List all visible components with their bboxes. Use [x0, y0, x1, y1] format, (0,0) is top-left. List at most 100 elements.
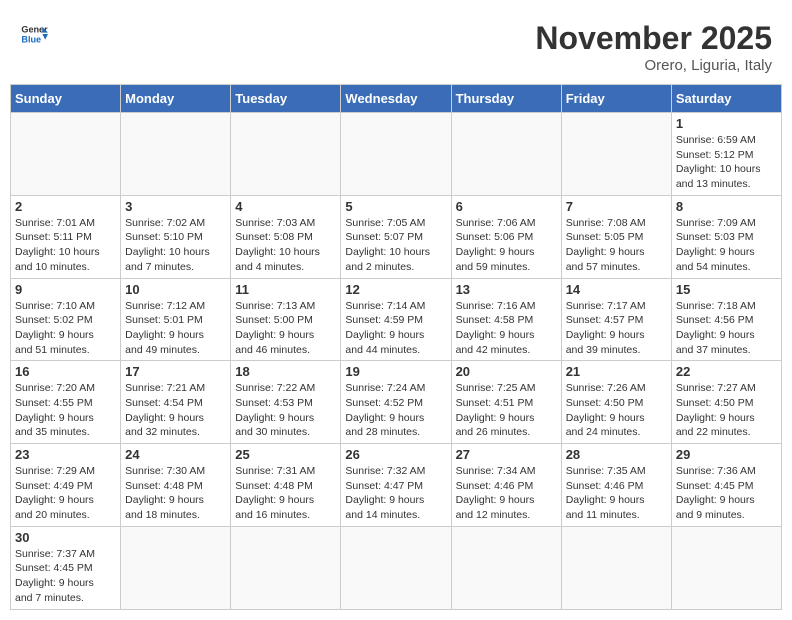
calendar-day-cell: 22 Sunrise: 7:27 AM Sunset: 4:50 PM Dayli…: [671, 361, 781, 444]
calendar-day-cell: 7Sunrise: 7:08 AM Sunset: 5:05 PM Daylig…: [561, 195, 671, 278]
calendar-day-cell: 25 Sunrise: 7:31 AM Sunset: 4:48 PM Dayli…: [231, 444, 341, 527]
calendar-day-cell: 5 Sunrise: 7:05 AM Sunset: 5:07 PM Daylig…: [341, 195, 451, 278]
calendar-day-cell: 1 Sunrise: 6:59 AM Sunset: 5:12 PM Daylig…: [671, 113, 781, 196]
calendar-week-row: 23 Sunrise: 7:29 AM Sunset: 4:49 PM Dayli…: [11, 444, 782, 527]
day-number: 3: [125, 199, 226, 214]
day-info: Sunrise: 7:30 AM Sunset: 4:48 PM Dayligh…: [125, 464, 226, 523]
day-number: 30: [15, 530, 116, 545]
day-info: Sunrise: 7:35 AM Sunset: 4:46 PM Dayligh…: [566, 464, 667, 523]
day-number: 21: [566, 364, 667, 379]
title-area: November 2025 Orero, Liguria, Italy: [535, 20, 772, 74]
calendar-week-row: 9 Sunrise: 7:10 AM Sunset: 5:02 PM Daylig…: [11, 278, 782, 361]
day-info: Sunrise: 7:29 AM Sunset: 4:49 PM Dayligh…: [15, 464, 116, 523]
calendar-day-cell: 19 Sunrise: 7:24 AM Sunset: 4:52 PM Dayli…: [341, 361, 451, 444]
calendar-day-cell: [231, 526, 341, 609]
weekday-header-cell: Friday: [561, 85, 671, 113]
calendar-day-cell: [561, 526, 671, 609]
header: General Blue November 2025 Orero, Liguri…: [10, 10, 782, 79]
day-number: 15: [676, 282, 777, 297]
day-info: Sunrise: 7:16 AM Sunset: 4:58 PM Dayligh…: [456, 299, 557, 358]
svg-text:Blue: Blue: [21, 34, 41, 44]
day-info: Sunrise: 7:05 AM Sunset: 5:07 PM Dayligh…: [345, 216, 446, 275]
calendar-day-cell: 12Sunrise: 7:14 AM Sunset: 4:59 PM Dayli…: [341, 278, 451, 361]
calendar-day-cell: 23 Sunrise: 7:29 AM Sunset: 4:49 PM Dayli…: [11, 444, 121, 527]
day-number: 8: [676, 199, 777, 214]
day-info: Sunrise: 7:26 AM Sunset: 4:50 PM Dayligh…: [566, 381, 667, 440]
day-number: 27: [456, 447, 557, 462]
calendar-day-cell: 30 Sunrise: 7:37 AM Sunset: 4:45 PM Dayli…: [11, 526, 121, 609]
calendar-day-cell: 26Sunrise: 7:32 AM Sunset: 4:47 PM Dayli…: [341, 444, 451, 527]
day-number: 5: [345, 199, 446, 214]
calendar-day-cell: 13 Sunrise: 7:16 AM Sunset: 4:58 PM Dayli…: [451, 278, 561, 361]
calendar-day-cell: [671, 526, 781, 609]
day-info: Sunrise: 7:14 AM Sunset: 4:59 PM Dayligh…: [345, 299, 446, 358]
calendar: SundayMondayTuesdayWednesdayThursdayFrid…: [10, 84, 782, 610]
day-info: Sunrise: 7:20 AM Sunset: 4:55 PM Dayligh…: [15, 381, 116, 440]
month-title: November 2025: [535, 20, 772, 57]
calendar-day-cell: 10 Sunrise: 7:12 AM Sunset: 5:01 PM Dayli…: [121, 278, 231, 361]
calendar-day-cell: [341, 526, 451, 609]
weekday-header-cell: Wednesday: [341, 85, 451, 113]
calendar-week-row: 30 Sunrise: 7:37 AM Sunset: 4:45 PM Dayli…: [11, 526, 782, 609]
calendar-day-cell: 17Sunrise: 7:21 AM Sunset: 4:54 PM Dayli…: [121, 361, 231, 444]
day-info: Sunrise: 7:12 AM Sunset: 5:01 PM Dayligh…: [125, 299, 226, 358]
day-info: Sunrise: 7:25 AM Sunset: 4:51 PM Dayligh…: [456, 381, 557, 440]
day-number: 20: [456, 364, 557, 379]
day-info: Sunrise: 7:24 AM Sunset: 4:52 PM Dayligh…: [345, 381, 446, 440]
calendar-day-cell: [451, 113, 561, 196]
day-number: 2: [15, 199, 116, 214]
day-info: Sunrise: 7:17 AM Sunset: 4:57 PM Dayligh…: [566, 299, 667, 358]
day-number: 9: [15, 282, 116, 297]
calendar-day-cell: 29Sunrise: 7:36 AM Sunset: 4:45 PM Dayli…: [671, 444, 781, 527]
day-info: Sunrise: 7:02 AM Sunset: 5:10 PM Dayligh…: [125, 216, 226, 275]
day-number: 16: [15, 364, 116, 379]
calendar-day-cell: 24Sunrise: 7:30 AM Sunset: 4:48 PM Dayli…: [121, 444, 231, 527]
calendar-day-cell: 27Sunrise: 7:34 AM Sunset: 4:46 PM Dayli…: [451, 444, 561, 527]
calendar-day-cell: 4 Sunrise: 7:03 AM Sunset: 5:08 PM Daylig…: [231, 195, 341, 278]
calendar-day-cell: 28Sunrise: 7:35 AM Sunset: 4:46 PM Dayli…: [561, 444, 671, 527]
day-number: 11: [235, 282, 336, 297]
calendar-week-row: 16 Sunrise: 7:20 AM Sunset: 4:55 PM Dayli…: [11, 361, 782, 444]
calendar-day-cell: [121, 113, 231, 196]
day-info: Sunrise: 7:09 AM Sunset: 5:03 PM Dayligh…: [676, 216, 777, 275]
day-number: 22: [676, 364, 777, 379]
weekday-header-cell: Sunday: [11, 85, 121, 113]
calendar-day-cell: 21 Sunrise: 7:26 AM Sunset: 4:50 PM Dayli…: [561, 361, 671, 444]
day-info: Sunrise: 7:03 AM Sunset: 5:08 PM Dayligh…: [235, 216, 336, 275]
day-number: 19: [345, 364, 446, 379]
day-info: Sunrise: 7:22 AM Sunset: 4:53 PM Dayligh…: [235, 381, 336, 440]
day-number: 29: [676, 447, 777, 462]
day-number: 10: [125, 282, 226, 297]
calendar-day-cell: [341, 113, 451, 196]
calendar-day-cell: [451, 526, 561, 609]
calendar-day-cell: 11Sunrise: 7:13 AM Sunset: 5:00 PM Dayli…: [231, 278, 341, 361]
calendar-day-cell: 15 Sunrise: 7:18 AM Sunset: 4:56 PM Dayli…: [671, 278, 781, 361]
calendar-day-cell: 14 Sunrise: 7:17 AM Sunset: 4:57 PM Dayli…: [561, 278, 671, 361]
calendar-day-cell: 20 Sunrise: 7:25 AM Sunset: 4:51 PM Dayli…: [451, 361, 561, 444]
day-number: 4: [235, 199, 336, 214]
day-info: Sunrise: 7:18 AM Sunset: 4:56 PM Dayligh…: [676, 299, 777, 358]
logo: General Blue: [20, 20, 48, 48]
day-number: 18: [235, 364, 336, 379]
day-info: Sunrise: 7:37 AM Sunset: 4:45 PM Dayligh…: [15, 547, 116, 606]
generalblue-icon: General Blue: [20, 20, 48, 48]
day-number: 14: [566, 282, 667, 297]
day-info: Sunrise: 6:59 AM Sunset: 5:12 PM Dayligh…: [676, 133, 777, 192]
weekday-header-cell: Thursday: [451, 85, 561, 113]
day-info: Sunrise: 7:27 AM Sunset: 4:50 PM Dayligh…: [676, 381, 777, 440]
day-info: Sunrise: 7:10 AM Sunset: 5:02 PM Dayligh…: [15, 299, 116, 358]
weekday-header-cell: Tuesday: [231, 85, 341, 113]
day-info: Sunrise: 7:31 AM Sunset: 4:48 PM Dayligh…: [235, 464, 336, 523]
location-title: Orero, Liguria, Italy: [535, 57, 772, 74]
calendar-day-cell: [121, 526, 231, 609]
day-number: 23: [15, 447, 116, 462]
day-number: 6: [456, 199, 557, 214]
weekday-header-cell: Monday: [121, 85, 231, 113]
calendar-day-cell: [561, 113, 671, 196]
day-number: 13: [456, 282, 557, 297]
day-number: 1: [676, 116, 777, 131]
calendar-week-row: 2Sunrise: 7:01 AM Sunset: 5:11 PM Daylig…: [11, 195, 782, 278]
calendar-day-cell: 3 Sunrise: 7:02 AM Sunset: 5:10 PM Daylig…: [121, 195, 231, 278]
day-number: 17: [125, 364, 226, 379]
day-number: 25: [235, 447, 336, 462]
